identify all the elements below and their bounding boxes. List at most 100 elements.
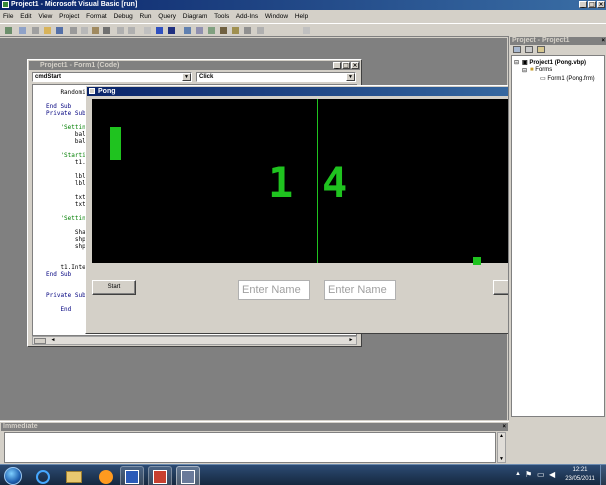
word-icon[interactable] [120, 466, 144, 485]
immediate-vscrollbar[interactable]: ▲ ▼ [497, 432, 506, 463]
code-line[interactable]: bal [46, 131, 86, 138]
add-project-icon[interactable] [5, 27, 12, 34]
save-icon[interactable] [56, 27, 63, 34]
undo-icon[interactable] [117, 27, 124, 34]
code-line[interactable]: bal [46, 138, 86, 145]
pong-app-taskbar-icon[interactable] [176, 466, 200, 485]
tray-show-hidden-icon[interactable]: ▲ [515, 471, 521, 477]
menu-query[interactable]: Query [158, 13, 176, 20]
code-line[interactable]: Sha [46, 229, 86, 236]
project-explorer-close-icon[interactable]: × [601, 37, 605, 45]
code-line[interactable] [46, 117, 86, 124]
ide-title-bar[interactable]: Project1 - Microsoft Visual Basic [run] … [0, 0, 606, 10]
code-minimize-button[interactable]: _ [333, 62, 341, 69]
menu-file[interactable]: File [3, 13, 13, 20]
code-line[interactable]: End [46, 306, 86, 313]
scroll-right-icon[interactable]: ► [347, 337, 355, 344]
cut-icon[interactable] [70, 27, 77, 34]
code-line[interactable]: End Sub [46, 271, 86, 278]
form-layout-icon[interactable] [208, 27, 215, 34]
code-line[interactable] [46, 257, 86, 264]
code-maximize-button[interactable]: □ [342, 62, 350, 69]
code-line[interactable] [46, 250, 86, 257]
code-line[interactable] [46, 187, 86, 194]
add-form-icon[interactable] [19, 27, 26, 34]
flag-icon[interactable]: ⚑ [525, 470, 532, 479]
data-view-icon[interactable] [244, 27, 251, 34]
procedure-combo[interactable]: Click ▼ [196, 72, 356, 82]
code-line[interactable] [46, 145, 86, 152]
network-icon[interactable]: ▭ [537, 470, 545, 479]
redo-icon[interactable] [128, 27, 135, 34]
code-line[interactable]: t1. [46, 159, 86, 166]
code-hscrollbar[interactable]: ◄ ► [32, 336, 357, 345]
code-line[interactable]: shp [46, 236, 86, 243]
menu-diagram[interactable]: Diagram [183, 13, 208, 20]
menu-window[interactable]: Window [265, 13, 288, 20]
maximize-button[interactable]: □ [588, 1, 596, 8]
ie-icon[interactable] [31, 466, 55, 485]
chevron-down-icon[interactable]: ▼ [182, 73, 191, 81]
project-explorer-title-bar[interactable]: Project - Project1 × [510, 37, 606, 45]
code-line[interactable] [46, 278, 86, 285]
start-orb-icon[interactable] [4, 467, 22, 485]
show-desktop-button[interactable] [600, 465, 606, 485]
tree-collapse-icon[interactable]: ⊟ [522, 67, 527, 74]
code-window-title-bar[interactable]: Project1 - Form1 (Code) _ □ × [29, 61, 360, 70]
code-line[interactable] [46, 285, 86, 292]
minimize-button[interactable]: _ [579, 1, 587, 8]
menu-editor-icon[interactable] [32, 27, 39, 34]
scroll-down-icon[interactable]: ▼ [498, 456, 505, 462]
close-button[interactable]: × [597, 1, 605, 8]
code-line[interactable]: Randomi [46, 89, 85, 96]
pause-icon[interactable] [156, 27, 163, 34]
visual-basic-icon[interactable] [148, 466, 172, 485]
scroll-up-icon[interactable]: ▲ [498, 433, 505, 439]
object-combo[interactable]: cmdStart ▼ [32, 72, 192, 82]
volume-icon[interactable]: ◀ [549, 470, 555, 479]
toggle-folders-icon[interactable] [537, 46, 545, 53]
code-line[interactable]: 'Starti [46, 152, 85, 159]
player2-name-input[interactable]: Enter Name [324, 280, 396, 300]
view-object-icon[interactable] [525, 46, 533, 53]
code-line[interactable]: Private Sub [46, 292, 86, 299]
code-line[interactable]: txt [46, 201, 86, 208]
start-icon[interactable] [144, 27, 151, 34]
code-line[interactable]: lbl [46, 180, 86, 187]
open-icon[interactable] [44, 27, 51, 34]
code-close-button[interactable]: × [351, 62, 359, 69]
code-line[interactable]: shp [46, 243, 86, 250]
code-line[interactable] [46, 222, 86, 229]
code-line[interactable] [46, 96, 86, 103]
menu-tools[interactable]: Tools [214, 13, 229, 20]
tree-collapse-icon[interactable]: ⊟ [514, 59, 519, 66]
toolbox-icon[interactable] [232, 27, 239, 34]
find-icon[interactable] [103, 27, 110, 34]
code-line[interactable]: End Sub [46, 103, 86, 110]
immediate-text-area[interactable] [4, 432, 496, 463]
media-player-icon[interactable] [94, 466, 118, 485]
view-code-icon[interactable] [513, 46, 521, 53]
code-line[interactable]: t1.Inte [46, 264, 85, 271]
menu-debug[interactable]: Debug [114, 13, 133, 20]
immediate-close-icon[interactable]: × [502, 423, 506, 431]
pong-title-bar[interactable]: Pong _ □ × [87, 87, 547, 96]
explorer-icon[interactable] [62, 466, 86, 485]
menu-help[interactable]: Help [295, 13, 308, 20]
menu-add-ins[interactable]: Add-Ins [236, 13, 258, 20]
clock-time[interactable]: 12:21 [570, 467, 590, 473]
project-explorer-icon[interactable] [184, 27, 191, 34]
code-line[interactable] [46, 208, 86, 215]
code-line[interactable]: Private Sub [46, 110, 86, 117]
object-browser-icon[interactable] [220, 27, 227, 34]
code-line[interactable] [46, 166, 86, 173]
menu-run[interactable]: Run [140, 13, 152, 20]
form1-node[interactable]: ▭ Form1 (Pong.frm) [540, 75, 595, 82]
properties-icon[interactable] [196, 27, 203, 34]
start-button[interactable]: Start [92, 280, 136, 295]
menu-format[interactable]: Format [86, 13, 107, 20]
player1-name-input[interactable]: Enter Name [238, 280, 310, 300]
menu-edit[interactable]: Edit [20, 13, 31, 20]
stop-icon[interactable] [168, 27, 175, 34]
chevron-down-icon[interactable]: ▼ [346, 73, 355, 81]
